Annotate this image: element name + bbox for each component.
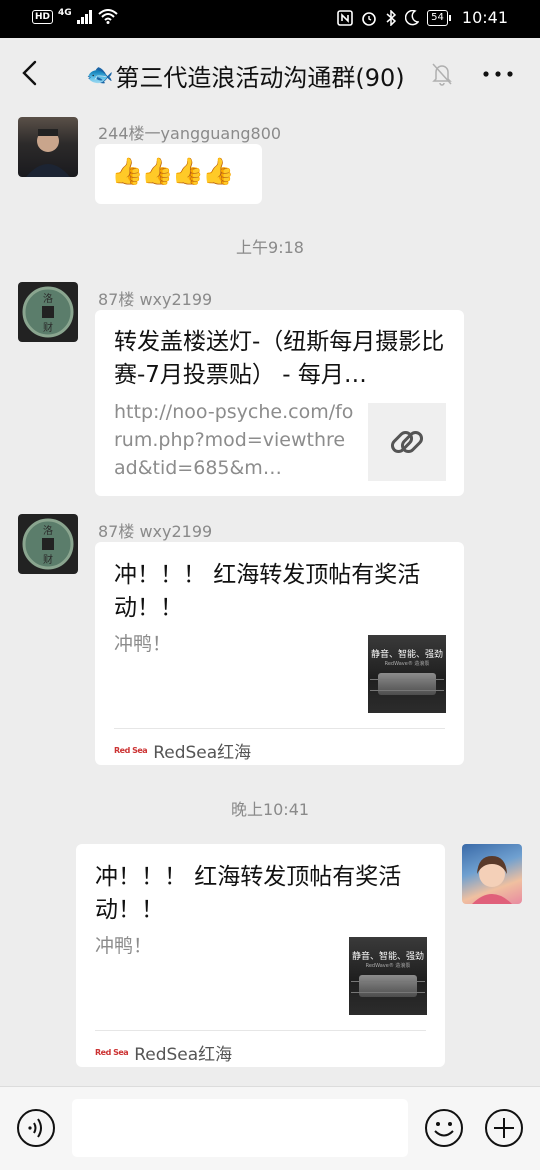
chat-header: 🐟 第三代造浪活动沟通群(90): [0, 38, 540, 110]
card-desc: 冲鸭！: [114, 633, 172, 655]
hd-badge: HD: [32, 9, 54, 24]
emoji-icon[interactable]: [424, 1108, 464, 1148]
redsea-logo-icon: Red Sea: [95, 1048, 129, 1057]
svg-text:洛: 洛: [43, 292, 53, 305]
card-divider: [114, 728, 445, 729]
coin-avatar-icon: 洛财: [22, 518, 74, 570]
link-card[interactable]: 转发盖楼送灯-（纽斯每月摄影比赛-7月投票贴） - 每月… http://noo…: [95, 310, 464, 496]
card-desc: 冲鸭！: [95, 935, 153, 957]
card-title: 冲！！！ 红海转发顶帖有奖活动！！: [114, 562, 421, 621]
message-bubble[interactable]: 👍👍👍👍: [95, 144, 262, 204]
my-avatar[interactable]: [462, 844, 522, 904]
network-type: 4G: [58, 7, 72, 18]
card-url: http://noo-psyche.com/forum.php?mod=view…: [114, 401, 354, 479]
article-card[interactable]: 冲！！！ 红海转发顶帖有奖活动！！ 冲鸭！ 静音、智能、强劲 RedWave® …: [76, 844, 445, 1067]
article-thumbnail: 静音、智能、强劲 RedWave® 造浪泵: [349, 937, 427, 1015]
thumbs-up-emoji: 👍👍👍👍: [111, 157, 234, 187]
avatar[interactable]: 洛财: [18, 514, 78, 574]
wave-pump-image: [351, 975, 425, 997]
nfc-icon: [337, 9, 353, 26]
card-source: Red Sea RedSea红海: [95, 1040, 232, 1065]
back-arrow-icon[interactable]: [16, 58, 46, 88]
thumb-text: 静音、智能、强劲: [351, 952, 424, 962]
sender-name: 87楼 wxy2199: [98, 522, 213, 541]
source-name: RedSea红海: [153, 743, 252, 763]
bluetooth-icon: [386, 9, 397, 26]
coin-avatar-icon: 洛财: [22, 286, 74, 338]
thumb-text: 静音、智能、强劲: [370, 650, 443, 660]
thumb-subtext: RedWave® 造浪泵: [384, 661, 430, 667]
redsea-logo-icon: Red Sea: [114, 746, 148, 755]
card-title: 冲！！！ 红海转发顶帖有奖活动！！: [95, 864, 402, 923]
mute-bell-icon: [432, 63, 452, 86]
status-left: HD 4G: [32, 7, 118, 24]
svg-text:财: 财: [43, 553, 53, 566]
link-thumbnail: [368, 403, 446, 481]
avatar[interactable]: 洛财: [18, 282, 78, 342]
avatar[interactable]: [18, 117, 78, 177]
svg-text:洛: 洛: [43, 524, 53, 537]
sender-name: 244楼一yangguang800: [98, 124, 282, 143]
card-source: Red Sea RedSea红海: [114, 738, 251, 763]
plus-icon[interactable]: [484, 1108, 524, 1148]
status-bar: HD 4G 54 10:41: [0, 0, 540, 38]
voice-icon[interactable]: [16, 1108, 56, 1148]
timestamp: 晚上10:41: [230, 800, 310, 819]
status-time: 10:41: [461, 8, 508, 27]
group-name: 第三代造浪活动沟通群(90): [115, 64, 405, 92]
status-right: 54 10:41: [337, 8, 508, 27]
moon-icon: [405, 9, 420, 25]
wave-pump-image: [370, 673, 444, 695]
battery-indicator: 54: [427, 9, 451, 26]
article-card[interactable]: 冲！！！ 红海转发顶帖有奖活动！！ 冲鸭！ 静音、智能、强劲 RedWave® …: [95, 542, 464, 765]
input-bar: [0, 1086, 540, 1170]
link-icon: [390, 430, 424, 454]
fish-emoji-icon: 🐟: [86, 63, 114, 88]
alarm-icon: [362, 11, 376, 26]
card-divider: [95, 1030, 426, 1031]
more-dots-icon[interactable]: [478, 60, 518, 88]
article-thumbnail: 静音、智能、强劲 RedWave® 造浪泵: [368, 635, 446, 713]
person-photo-icon: [26, 129, 70, 177]
card-title: 转发盖楼送灯-（纽斯每月摄影比赛-7月投票贴） - 每月…: [114, 329, 445, 388]
girl-photo-icon: [472, 856, 512, 904]
signal-icon: [76, 9, 92, 24]
source-name: RedSea红海: [134, 1045, 233, 1065]
thumb-subtext: RedWave® 造浪泵: [365, 963, 411, 969]
svg-text:财: 财: [43, 321, 53, 334]
page-title: 🐟 第三代造浪活动沟通群(90): [86, 58, 405, 93]
wifi-icon: [98, 9, 118, 24]
message-input[interactable]: [72, 1099, 408, 1157]
sender-name: 87楼 wxy2199: [98, 290, 213, 309]
timestamp: 上午9:18: [236, 238, 304, 257]
